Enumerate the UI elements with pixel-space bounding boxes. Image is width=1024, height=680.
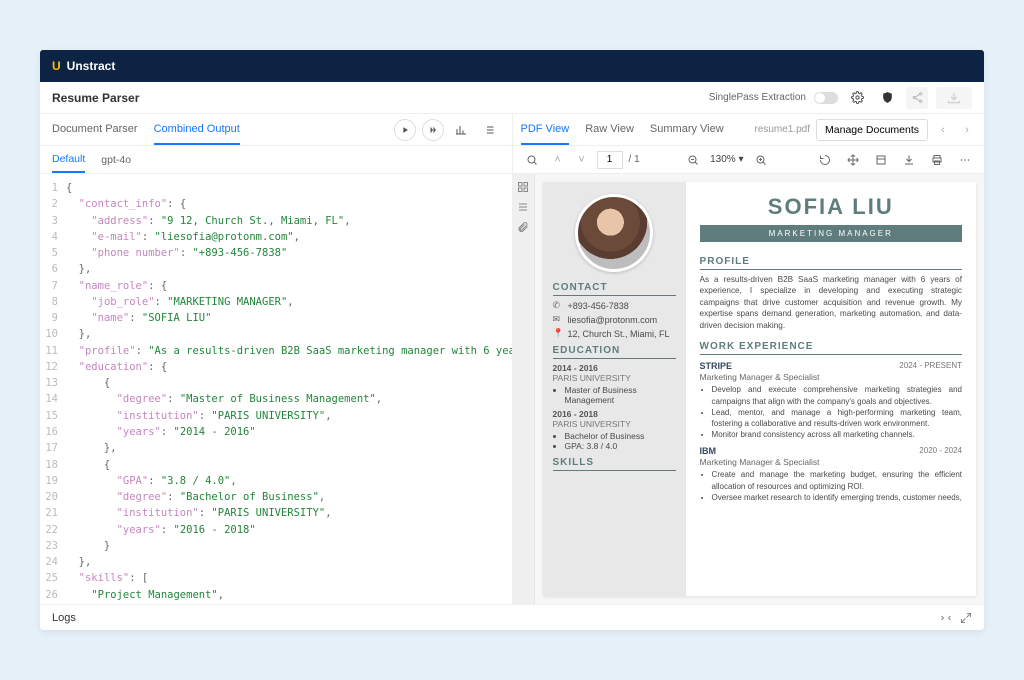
tab-document-parser[interactable]: Document Parser xyxy=(52,115,138,144)
singlepass-toggle[interactable] xyxy=(814,92,838,104)
education-heading: EDUCATION xyxy=(553,345,676,359)
tab-combined-output[interactable]: Combined Output xyxy=(154,115,240,145)
prev-doc-icon[interactable]: ‹ xyxy=(934,121,952,139)
tab-raw-view[interactable]: Raw View xyxy=(585,115,634,144)
stats-icon[interactable] xyxy=(450,119,472,141)
email-icon: ✉ xyxy=(553,314,563,325)
zoom-in-icon[interactable] xyxy=(750,149,772,171)
main-split: Document Parser Combined Output Default … xyxy=(40,114,984,604)
logo-icon: U xyxy=(52,59,61,73)
subtab-default[interactable]: Default xyxy=(52,147,85,173)
profile-text: As a results-driven B2B SaaS marketing m… xyxy=(700,274,962,331)
search-icon[interactable] xyxy=(521,149,543,171)
expand-diag-icon[interactable] xyxy=(960,612,972,624)
page-up-icon[interactable]: ˄ xyxy=(549,151,567,169)
pan-icon[interactable] xyxy=(842,149,864,171)
filename-label: resume1.pdf xyxy=(754,124,810,135)
list-icon[interactable] xyxy=(478,119,500,141)
resume-preview: CONTACT ✆ +893-456-7838 ✉ liesofia@protonm… xyxy=(543,182,977,596)
left-tab-actions xyxy=(394,119,500,141)
left-tabs: Document Parser Combined Output xyxy=(52,115,240,144)
expand-horiz-icon[interactable] xyxy=(940,612,952,624)
page-total: / 1 xyxy=(629,154,640,165)
page-down-icon[interactable]: ˅ xyxy=(573,151,591,169)
singlepass-toggle-label: SinglePass Extraction xyxy=(709,92,806,103)
pdf-side-rail xyxy=(513,174,535,604)
contact-address: 12, Church St., Miami, FL xyxy=(568,329,670,339)
resume-left-col: CONTACT ✆ +893-456-7838 ✉ liesofia@protonm… xyxy=(543,182,686,596)
print-icon[interactable] xyxy=(926,149,948,171)
subtab-gpt4o[interactable]: gpt-4o xyxy=(101,148,131,172)
contact-phone: +893-456-7838 xyxy=(568,301,629,311)
pdf-body: CONTACT ✆ +893-456-7838 ✉ liesofia@protonm… xyxy=(513,174,985,604)
phone-icon: ✆ xyxy=(553,300,563,311)
resume-name: SOFIA LIU xyxy=(700,194,962,220)
logs-label[interactable]: Logs xyxy=(52,612,76,624)
page-title: Resume Parser xyxy=(52,91,139,105)
doc-controls: resume1.pdf Manage Documents ‹ › xyxy=(754,119,976,141)
right-tabs: PDF View Raw View Summary View xyxy=(521,115,724,144)
resume-right-col: SOFIA LIU MARKETING MANAGER PROFILE As a… xyxy=(686,182,976,596)
location-icon: 📍 xyxy=(553,328,563,339)
play-icon[interactable] xyxy=(394,119,416,141)
contact-email: liesofia@protonm.com xyxy=(568,315,658,325)
header-actions: SinglePass Extraction xyxy=(709,87,972,109)
work-heading: WORK EXPERIENCE xyxy=(700,341,962,355)
left-tab-row: Document Parser Combined Output xyxy=(40,114,512,146)
left-subtabs: Default gpt-4o xyxy=(40,146,512,174)
fit-icon[interactable] xyxy=(870,149,892,171)
contact-heading: CONTACT xyxy=(553,282,676,296)
tab-pdf-view[interactable]: PDF View xyxy=(521,115,570,145)
right-pane: PDF View Raw View Summary View resume1.p… xyxy=(513,114,985,604)
app-window: U Unstract Resume Parser SinglePass Extr… xyxy=(40,50,984,630)
rotate-icon[interactable] xyxy=(814,149,836,171)
brand-name: Unstract xyxy=(67,59,116,73)
settings-icon[interactable] xyxy=(846,87,868,109)
share-icon[interactable] xyxy=(906,87,928,109)
header-bar: Resume Parser SinglePass Extraction xyxy=(40,82,984,114)
download-icon[interactable] xyxy=(898,149,920,171)
zoom-out-icon[interactable] xyxy=(682,149,704,171)
page-input[interactable] xyxy=(597,151,623,169)
next-doc-icon[interactable]: › xyxy=(958,121,976,139)
thumbnails-icon[interactable] xyxy=(516,180,530,194)
run-all-icon[interactable] xyxy=(422,119,444,141)
tab-summary-view[interactable]: Summary View xyxy=(650,115,724,144)
outline-icon[interactable] xyxy=(516,200,530,214)
logs-bar: Logs xyxy=(40,604,984,630)
avatar xyxy=(575,194,653,272)
json-output: 1{2 "contact_info": {3 "address": "9 12,… xyxy=(40,174,512,604)
zoom-level[interactable]: 130% ▾ xyxy=(710,154,743,165)
pdf-toolbar: ˄ ˅ / 1 130% ▾ xyxy=(513,146,985,174)
profile-heading: PROFILE xyxy=(700,256,962,270)
more-icon[interactable] xyxy=(954,149,976,171)
right-tab-row: PDF View Raw View Summary View resume1.p… xyxy=(513,114,985,146)
brand-logo: U Unstract xyxy=(52,59,115,73)
resume-role: MARKETING MANAGER xyxy=(700,225,962,242)
manage-documents-button[interactable]: Manage Documents xyxy=(816,119,928,141)
skills-heading: SKILLS xyxy=(553,457,676,471)
left-pane: Document Parser Combined Output Default … xyxy=(40,114,513,604)
export-icon[interactable] xyxy=(936,87,972,109)
topbar: U Unstract xyxy=(40,50,984,82)
shield-icon[interactable] xyxy=(876,87,898,109)
attachment-icon[interactable] xyxy=(516,220,530,234)
